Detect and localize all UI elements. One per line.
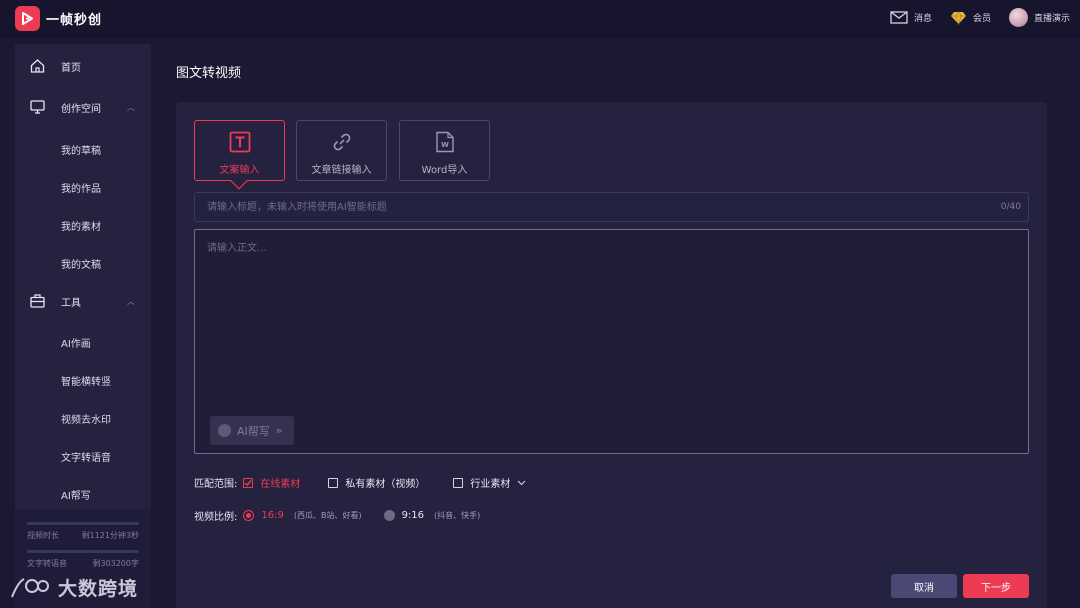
- chevron-down-icon[interactable]: [517, 480, 526, 486]
- ai-write-button[interactable]: AI帮写 »: [210, 416, 294, 445]
- body-field: AI帮写 »: [194, 229, 1029, 454]
- cancel-button[interactable]: 取消: [891, 574, 957, 598]
- avatar: [1008, 8, 1028, 27]
- option-label: 私有素材（视频）: [345, 479, 426, 490]
- tab-label: 文章链接输入: [311, 165, 372, 176]
- chevron-up-icon: ︿: [127, 296, 135, 306]
- scope-industry-checkbox[interactable]: 行业素材: [453, 475, 526, 490]
- app-logo[interactable]: 一帧秒创: [15, 6, 102, 31]
- option-label: 16:9: [261, 510, 284, 521]
- radio-icon: [383, 510, 395, 521]
- sidebar: 首页 创作空间 ︿ 我的草稿 我的作品 我的素材 我的文稿 工具 ︿ AI作画 …: [15, 44, 151, 608]
- ai-write-label: AI帮写: [237, 424, 270, 438]
- match-scope-label: 匹配范围:: [194, 479, 238, 490]
- quota-bar: [27, 522, 139, 525]
- tab-link-input[interactable]: 文章链接输入: [296, 120, 387, 181]
- checkbox-icon: [453, 477, 464, 488]
- sidebar-item-landscape-to-portrait[interactable]: 智能横转竖: [61, 373, 111, 388]
- quota-value: 剩1121分钟3秒: [81, 531, 139, 540]
- scope-online-checkbox[interactable]: 在线素材: [243, 475, 300, 490]
- sidebar-item-label: 首页: [61, 62, 81, 74]
- quota-video: 视频时长 剩1121分钟3秒: [27, 522, 139, 541]
- quota-label: 文字转语音: [27, 559, 67, 568]
- watermark-text: 大数跨境: [58, 578, 139, 600]
- title-field: 0/40: [194, 192, 1029, 222]
- sidebar-group-tools[interactable]: 工具 ︿: [15, 291, 151, 311]
- quota-bar: [27, 550, 139, 553]
- option-label: 在线素材: [260, 479, 301, 490]
- quota-value: 剩303200字: [92, 559, 139, 568]
- checkbox-icon: [328, 477, 339, 488]
- diamond-icon: [950, 10, 966, 25]
- tab-label: Word导入: [421, 165, 468, 176]
- option-label: 行业素材: [470, 479, 511, 490]
- match-scope-row: 匹配范围: 在线素材 私有素材（视频） 行业素材: [194, 475, 554, 490]
- page-title: 图文转视频: [176, 66, 242, 81]
- editor-panel: 文案输入 文章链接输入 W Word导入 0/40 AI帮写 » 匹配范围: 在…: [176, 102, 1047, 608]
- user-name: 直播演示: [1033, 14, 1070, 24]
- messages-button[interactable]: 消息: [890, 11, 932, 24]
- word-file-icon: W: [435, 131, 454, 153]
- ratio-16-9-radio[interactable]: 16:9 (西瓜、B站、好看): [243, 510, 362, 521]
- logo-icon: [15, 6, 40, 31]
- link-icon: [333, 133, 350, 151]
- chevron-up-icon: ︿: [127, 102, 135, 112]
- sidebar-item-materials[interactable]: 我的素材: [61, 218, 101, 233]
- tab-word-import[interactable]: W Word导入: [399, 120, 490, 181]
- messages-label: 消息: [913, 14, 932, 24]
- sidebar-item-manuscripts[interactable]: 我的文稿: [61, 256, 101, 271]
- top-bar: 一帧秒创 消息 会员 直播演示: [0, 0, 1080, 38]
- toolbox-icon: [30, 294, 45, 308]
- body-textarea[interactable]: [195, 230, 1028, 453]
- title-input[interactable]: [195, 193, 1028, 221]
- user-menu[interactable]: 直播演示: [1008, 8, 1070, 27]
- tab-text-input[interactable]: 文案输入: [194, 120, 285, 190]
- sidebar-item-text-to-speech[interactable]: 文字转语音: [61, 449, 111, 464]
- option-note: (西瓜、B站、好看): [293, 511, 362, 520]
- text-icon: [229, 131, 250, 153]
- sidebar-group-label: 创作空间: [61, 103, 101, 115]
- sidebar-item-remove-watermark[interactable]: 视频去水印: [61, 411, 111, 426]
- member-button[interactable]: 会员: [950, 10, 991, 25]
- sidebar-group-label: 工具: [61, 297, 81, 309]
- monitor-icon: [30, 100, 45, 114]
- title-char-counter: 0/40: [1000, 202, 1021, 212]
- quota-label: 视频时长: [27, 531, 59, 540]
- home-icon: [30, 59, 45, 73]
- sidebar-item-drafts[interactable]: 我的草稿: [61, 142, 101, 157]
- ai-icon: [218, 424, 231, 437]
- sidebar-item-home[interactable]: 首页: [15, 56, 151, 76]
- watermark: 大数跨境: [10, 574, 138, 601]
- option-note: (抖音、快手): [434, 511, 481, 520]
- sidebar-item-ai-painting[interactable]: AI作画: [61, 335, 91, 350]
- ratio-9-16-radio[interactable]: 9:16 (抖音、快手): [383, 510, 481, 521]
- ratio-row: 视频比例: 16:9 (西瓜、B站、好看) 9:16 (抖音、快手): [194, 508, 508, 523]
- app-name: 一帧秒创: [46, 13, 103, 28]
- svg-text:W: W: [441, 141, 449, 149]
- double-chevron-right-icon: »: [275, 424, 283, 437]
- sidebar-group-workspace[interactable]: 创作空间 ︿: [15, 97, 151, 117]
- member-label: 会员: [972, 14, 991, 24]
- quota-tts: 文字转语音 剩303200字: [27, 550, 139, 569]
- radio-selected-icon: [243, 510, 255, 521]
- checkbox-checked-icon: [243, 477, 254, 488]
- sidebar-item-works[interactable]: 我的作品: [61, 180, 101, 195]
- option-label: 9:16: [401, 510, 425, 521]
- ratio-label: 视频比例:: [194, 512, 238, 523]
- next-button[interactable]: 下一步: [963, 574, 1029, 598]
- mail-icon: [890, 11, 908, 24]
- watermark-logo: [11, 577, 49, 597]
- sidebar-item-ai-write[interactable]: AI帮写: [61, 487, 91, 502]
- scope-private-checkbox[interactable]: 私有素材（视频）: [328, 475, 425, 490]
